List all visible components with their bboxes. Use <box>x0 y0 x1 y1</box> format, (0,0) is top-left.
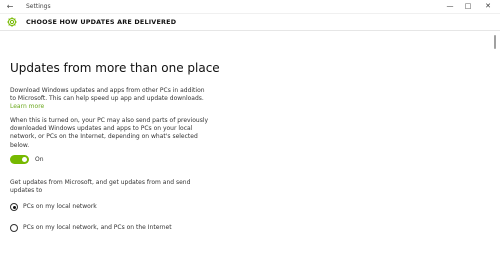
maximize-icon[interactable]: □ <box>461 0 475 12</box>
toggle-knob <box>22 157 27 162</box>
gear-icon <box>7 17 17 27</box>
back-arrow-icon[interactable]: ← <box>5 1 15 12</box>
updates-toggle[interactable] <box>10 155 29 164</box>
choice-prompt: Get updates from Microsoft, and get upda… <box>10 179 191 195</box>
radio-label-local-and-internet[interactable]: PCs on my local network, and PCs on the … <box>23 224 172 232</box>
radio-selected-dot <box>12 205 16 209</box>
toggle-state-label: On <box>35 156 44 163</box>
minimize-icon[interactable]: — <box>443 0 457 12</box>
page-header: CHOOSE HOW UPDATES ARE DELIVERED <box>0 14 500 31</box>
title-bar: ← Settings — □ ✕ <box>0 0 500 14</box>
description-text: Download Windows updates and apps from o… <box>10 87 205 103</box>
learn-more-link[interactable]: Learn more <box>10 103 44 111</box>
page-title: CHOOSE HOW UPDATES ARE DELIVERED <box>26 18 177 26</box>
close-icon[interactable]: ✕ <box>481 0 495 12</box>
radio-local-network[interactable] <box>10 203 18 211</box>
radio-local-and-internet[interactable] <box>10 224 18 232</box>
explanation-text: When this is turned on, your PC may also… <box>10 117 209 149</box>
app-title: Settings <box>26 3 51 10</box>
radio-label-local-network[interactable]: PCs on my local network <box>23 203 97 211</box>
section-title: Updates from more than one place <box>10 61 220 75</box>
scrollbar-thumb[interactable] <box>494 35 496 49</box>
scrollbar[interactable] <box>493 32 497 276</box>
